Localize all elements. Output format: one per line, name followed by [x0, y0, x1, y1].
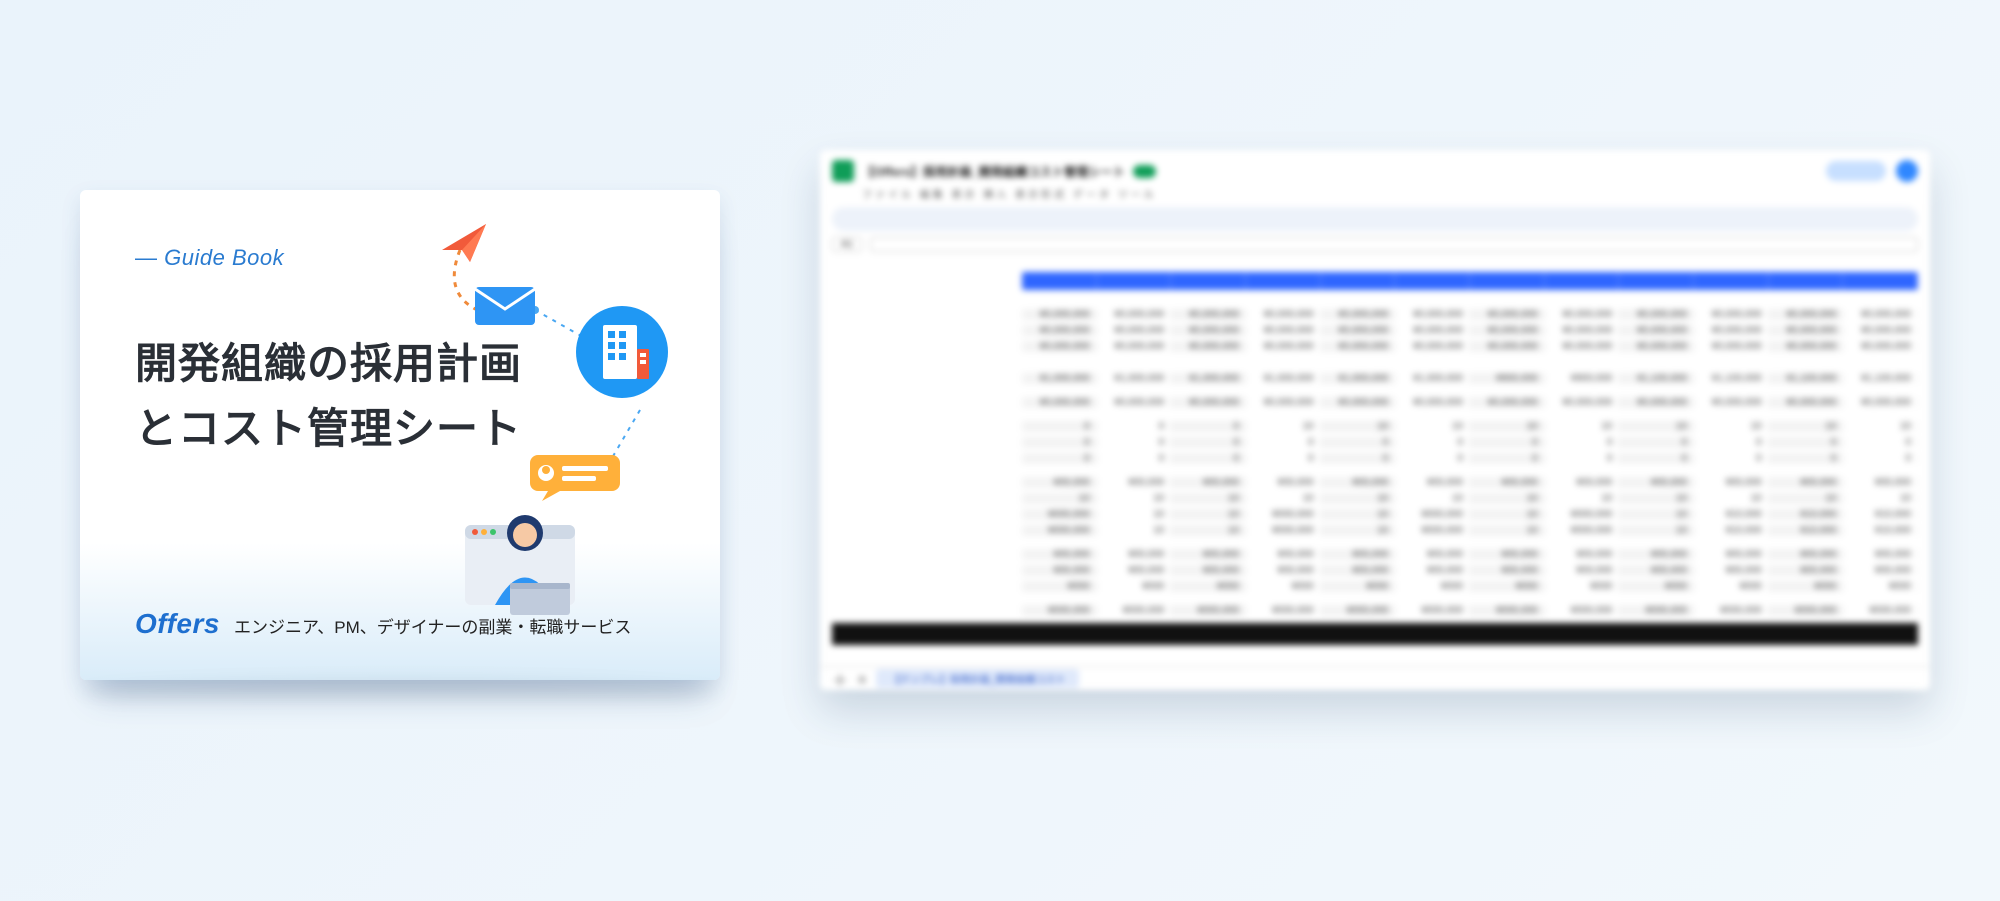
sheet-status-chip	[1133, 165, 1156, 178]
add-sheet-icon[interactable]: ＋	[832, 667, 848, 691]
spreadsheet-preview: 【Offers】採用計画_開発組織コスト管理シート ファイル 編集 表示 挿入 …	[820, 150, 1930, 690]
paper-plane-icon	[440, 220, 490, 265]
brand-tagline: エンジニア、PM、デザイナーの副業・転職サービス	[234, 613, 631, 638]
sheet-menubar[interactable]: ファイル 編集 表示 挿入 表示形式 データ ツール	[862, 186, 1918, 201]
sheet-doc-title: 【Offers】採用計画_開発組織コスト管理シート	[862, 163, 1125, 180]
all-sheets-icon[interactable]: ≡	[858, 671, 866, 687]
brand-logo: Offers	[135, 608, 220, 640]
formula-bar[interactable]	[870, 237, 1918, 252]
total-row	[832, 626, 1918, 642]
sheet-tab[interactable]: 【テンプレ】採用計画_開発組織コスト	[876, 669, 1079, 688]
envelope-icon	[470, 275, 540, 330]
cover-illustration	[370, 220, 690, 570]
month-header-row	[832, 272, 1918, 290]
user-avatar[interactable]	[1896, 160, 1918, 182]
sheet-toolbar[interactable]	[832, 207, 1918, 231]
building-icon	[575, 305, 670, 400]
cell-reference[interactable]: A1	[832, 237, 1918, 252]
section-row	[832, 290, 1918, 306]
sheet-grid[interactable]: ¥0,000,000¥0,000,000¥0,000,000¥0,000,000…	[832, 258, 1918, 690]
name-box[interactable]: A1	[832, 237, 862, 252]
guidebook-cover: Guide Book 開発組織の採用計画 とコスト管理シート Offers エン…	[80, 190, 720, 680]
person-laptop-icon	[455, 495, 605, 615]
sheet-tabbar[interactable]: ＋ ≡ 【テンプレ】採用計画_開発組織コスト	[820, 666, 1930, 690]
sheet-titlebar: 【Offers】採用計画_開発組織コスト管理シート	[832, 160, 1918, 182]
sheets-logo-icon	[832, 160, 854, 182]
share-button[interactable]	[1826, 161, 1886, 181]
